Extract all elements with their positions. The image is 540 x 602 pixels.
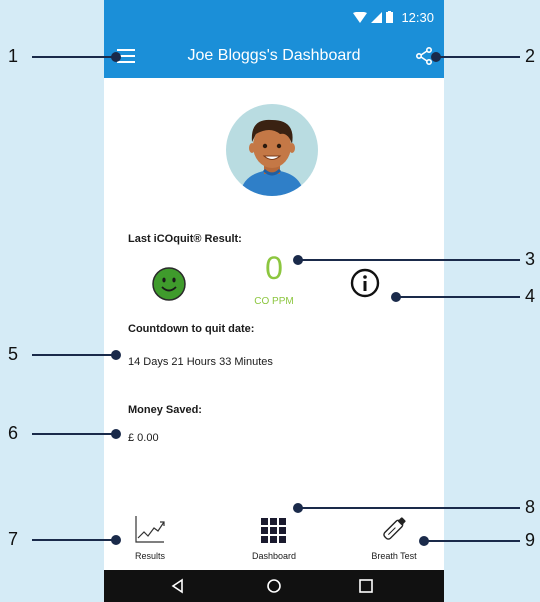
wifi-icon [353,11,368,23]
nav-dashboard-label: Dashboard [251,551,297,561]
share-button[interactable] [412,44,436,68]
nav-breath-test-label: Breath Test [371,551,417,561]
money-saved-heading: Money Saved: [128,404,202,416]
info-icon[interactable] [350,268,380,298]
callout-3: 3 [525,249,536,269]
home-icon[interactable] [266,578,282,594]
avatar [226,104,318,196]
back-icon[interactable] [170,578,186,594]
money-saved-value: £ 0.00 [128,432,159,444]
recents-icon[interactable] [358,578,374,594]
line-chart-icon [135,516,165,543]
nav-results-label: Results [134,551,165,561]
grid-icon [261,518,286,543]
callout-6: 6 [8,423,19,443]
countdown-value: 14 Days 21 Hours 33 Minutes [128,356,273,368]
system-nav-bar [104,570,444,602]
nav-dashboard[interactable]: Dashboard [238,510,310,570]
app-bar: Joe Bloggs's Dashboard [104,34,444,78]
share-icon [415,47,432,65]
user-avatar-icon [240,119,304,196]
status-bar: 12:30 [104,0,444,34]
page-title: Joe Bloggs's Dashboard [187,47,361,64]
co-ppm-value: 0 [265,250,283,286]
callout-9: 9 [525,530,536,550]
last-result-heading: Last iCOquit® Result: [128,233,242,245]
callout-2: 2 [525,46,536,66]
nav-breath-test[interactable]: Breath Test [358,510,430,570]
hamburger-menu-icon [117,49,135,63]
countdown-heading: Countdown to quit date: [128,323,255,335]
signal-icon [371,11,383,23]
status-time: 12:30 [401,9,434,25]
nav-results[interactable]: Results [120,510,180,570]
callout-4: 4 [525,286,536,306]
co-ppm-unit: CO PPM [254,296,294,307]
battery-icon [386,11,394,23]
callout-1: 1 [8,46,19,66]
callout-5: 5 [8,344,19,364]
callout-7: 7 [8,529,19,549]
breath-test-device-icon [383,517,406,540]
menu-button[interactable] [114,44,138,68]
phone-screen: 12:30 Joe Bloggs's Dashboard Last iCOqui… [104,0,444,602]
callout-8: 8 [525,497,536,517]
smiley-icon [152,267,186,301]
bottom-nav: Results Dashboard Breath Test [104,510,444,570]
